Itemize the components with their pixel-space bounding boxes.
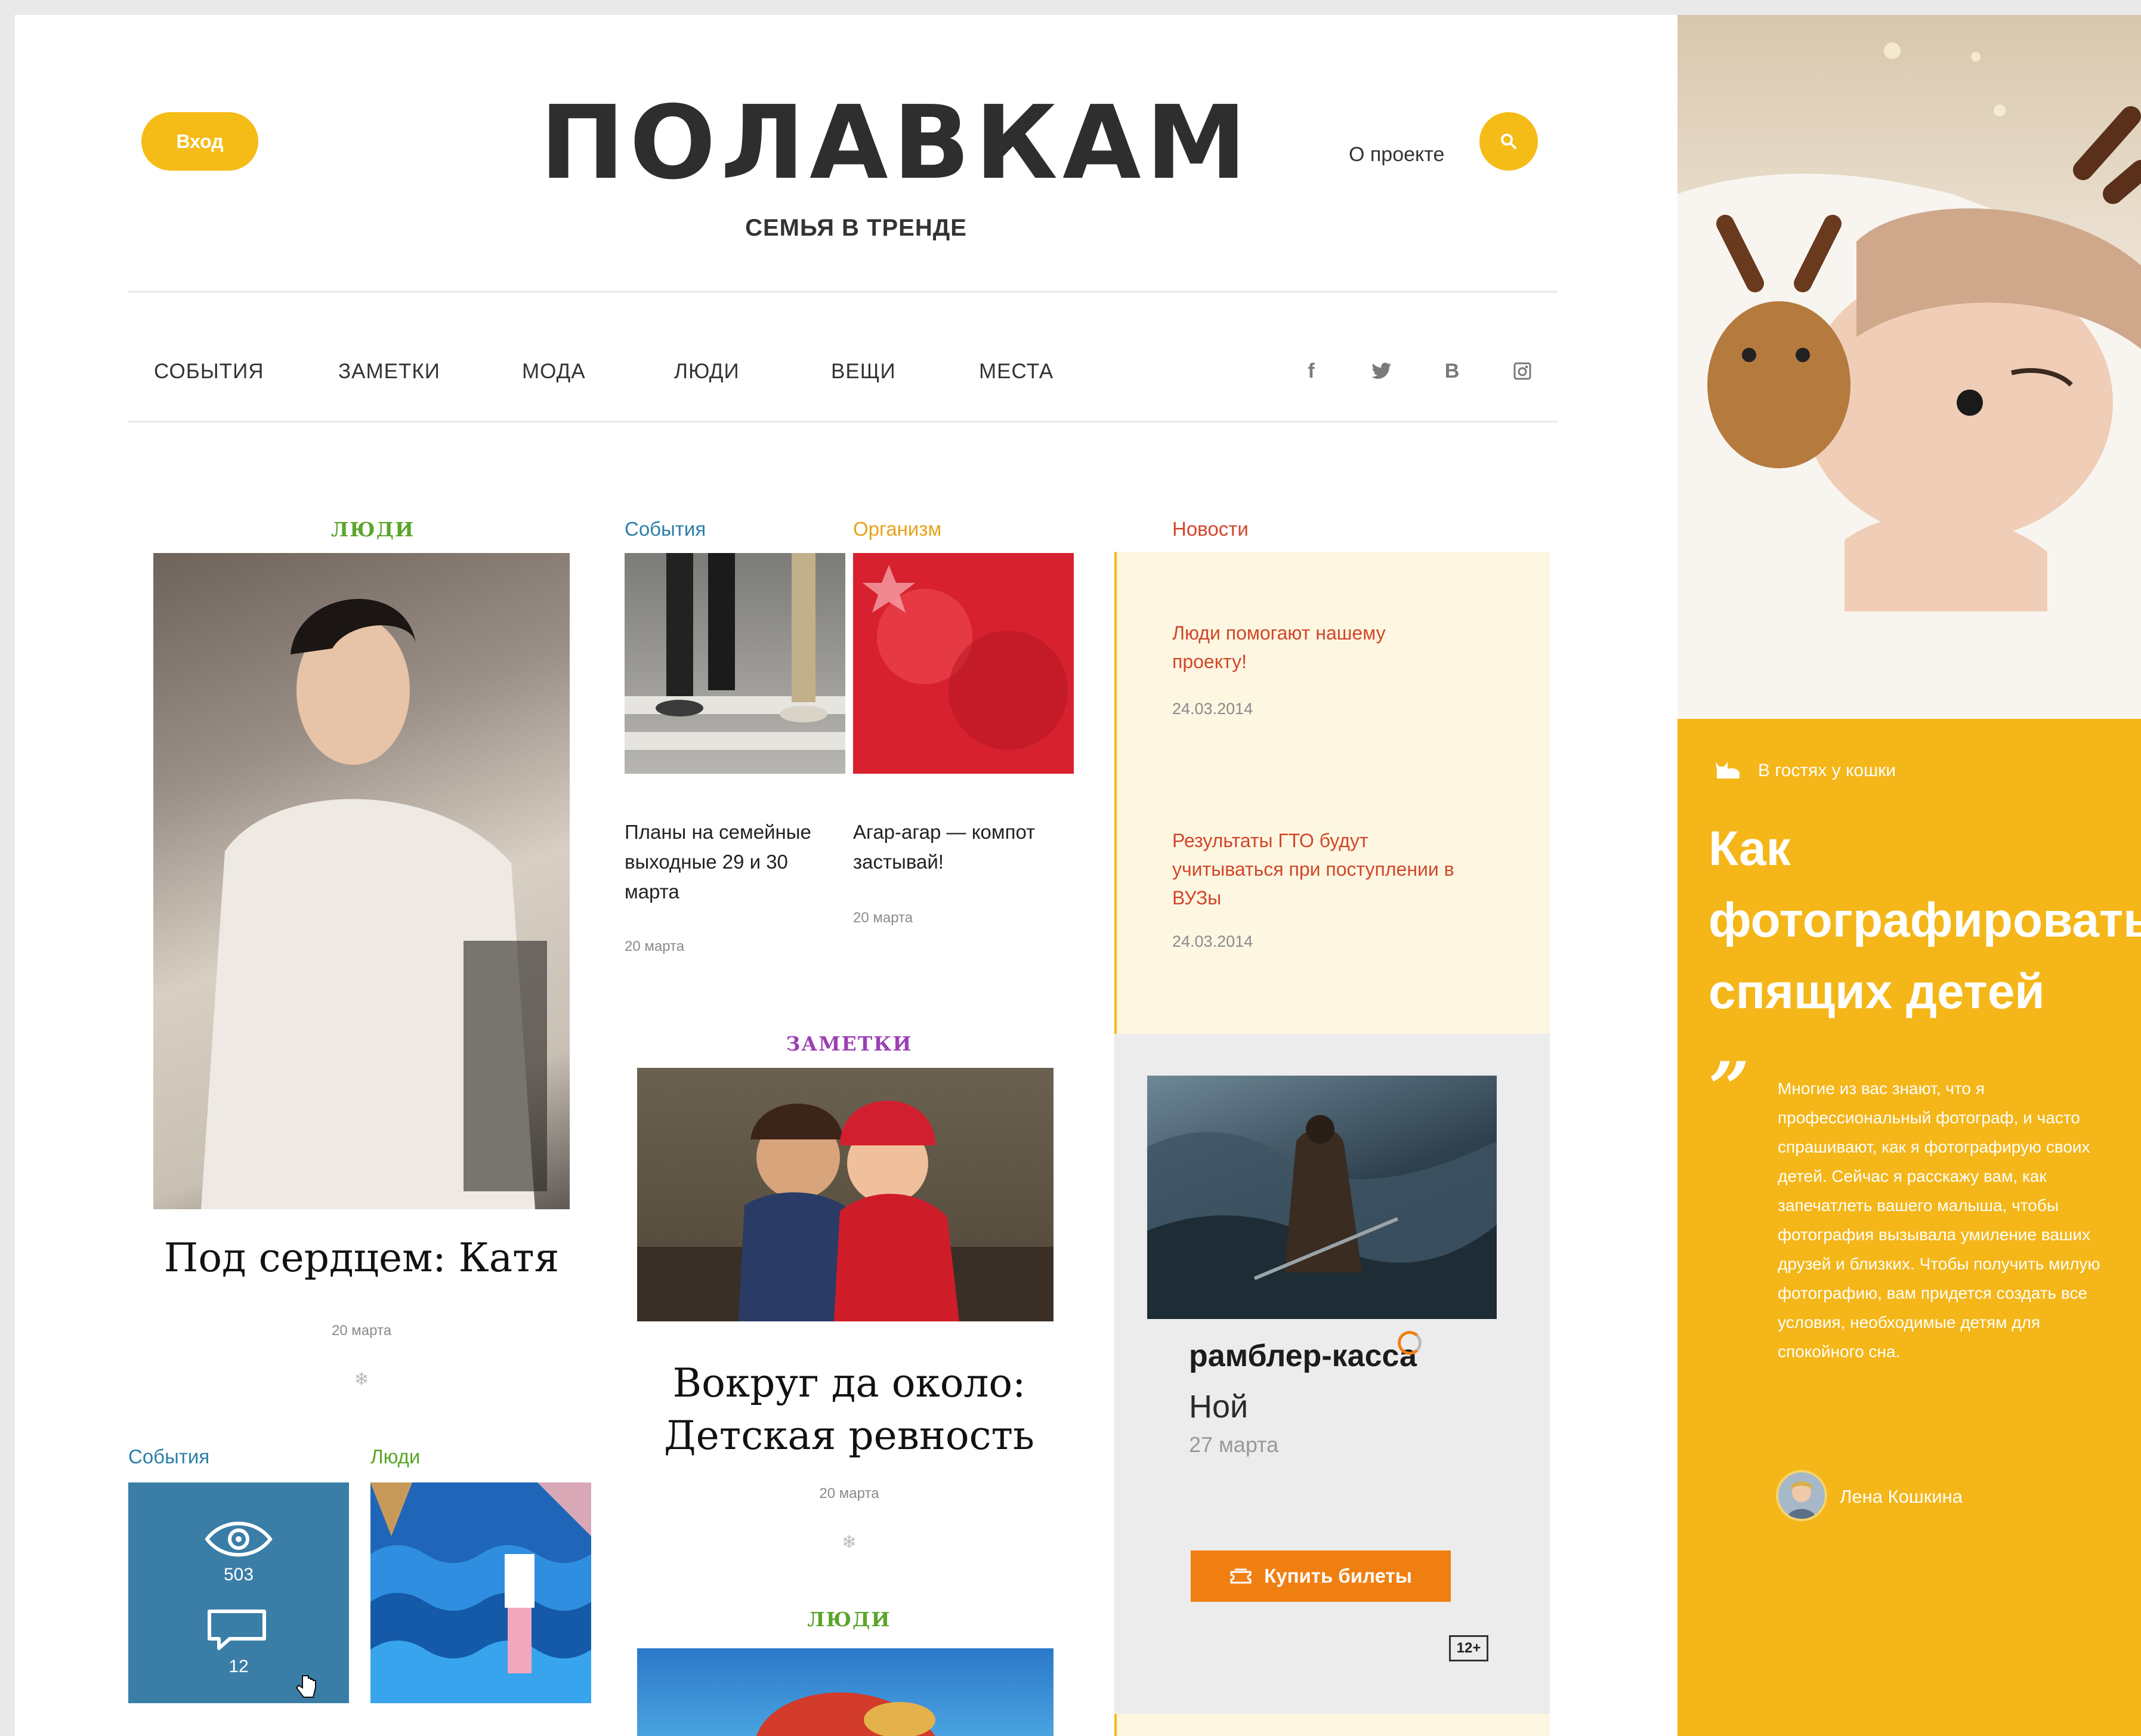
- nav-bottom-divider: [128, 421, 1558, 423]
- label-events[interactable]: События: [128, 1445, 209, 1468]
- site-logo[interactable]: ПОЛАВКАМ: [540, 92, 1247, 194]
- buy-tickets-label: Купить билеты: [1264, 1565, 1412, 1587]
- featured-sidebar: В гостях у кошки Как фотографировать спя…: [1677, 15, 2141, 1736]
- agar-date: 20 марта: [853, 910, 913, 926]
- noah-poster[interactable]: [1147, 1076, 1497, 1319]
- news-item-title[interactable]: Люди помогают нашему проекту!: [1172, 619, 1441, 676]
- sidebar-category[interactable]: В гостях у кошки: [1758, 761, 1896, 781]
- stats-tile[interactable]: 503 12: [128, 1482, 349, 1703]
- age-rating-badge: 12+: [1449, 1635, 1488, 1661]
- people-thumb-photo[interactable]: [370, 1482, 591, 1703]
- movie-title[interactable]: Ной: [1189, 1388, 1248, 1425]
- section-label-people-2[interactable]: ЛЮДИ: [625, 1608, 1074, 1631]
- rambler-logo[interactable]: рамблер-касса: [1189, 1338, 1417, 1374]
- label-people[interactable]: Люди: [370, 1445, 420, 1468]
- about-link[interactable]: О проекте: [1349, 143, 1444, 166]
- movie-date: 27 марта: [1189, 1432, 1279, 1457]
- cat-icon: [1716, 762, 1740, 779]
- login-button[interactable]: Вход: [141, 112, 258, 171]
- news-item-date: 24.03.2014: [1172, 932, 1253, 950]
- nav-item-events[interactable]: СОБЫТИЯ: [154, 360, 264, 384]
- agar-photo[interactable]: [853, 553, 1074, 774]
- weekend-plans-title[interactable]: Планы на семейные выходные 29 и 30 марта: [625, 817, 845, 907]
- eye-icon: [205, 1521, 273, 1557]
- sidebar-article-title[interactable]: Как фотографировать спящих детей: [1709, 813, 2141, 1028]
- instagram-icon[interactable]: [1507, 356, 1537, 386]
- kids-feature-title[interactable]: Вокруг да около: Детская ревность: [625, 1357, 1074, 1462]
- people-feature-photo[interactable]: [637, 1648, 1053, 1736]
- twitter-icon[interactable]: [1367, 356, 1397, 386]
- views-count: 503: [223, 1565, 254, 1584]
- kids-photo[interactable]: [637, 1068, 1053, 1321]
- kids-feature-date: 20 марта: [819, 1485, 879, 1502]
- nav-item-places[interactable]: МЕСТА: [979, 360, 1053, 384]
- nav-item-notes[interactable]: ЗАМЕТКИ: [338, 360, 440, 384]
- weekend-plans-photo[interactable]: [625, 553, 845, 774]
- nav-top-divider: [128, 291, 1558, 293]
- quote-icon: ”: [1709, 1046, 1750, 1130]
- label-card2[interactable]: Организм: [853, 518, 941, 540]
- katya-photo[interactable]: [153, 553, 570, 1209]
- nav-item-people[interactable]: ЛЮДИ: [674, 360, 740, 384]
- site-tagline: СЕМЬЯ В ТРЕНДЕ: [745, 215, 967, 241]
- hand-cursor-icon: [295, 1675, 316, 1698]
- snowflake-icon: ❄: [354, 1370, 369, 1389]
- main-page: Вход ПОЛАВКАМ СЕМЬЯ В ТРЕНДЕ О проекте С…: [15, 15, 1677, 1736]
- nav-item-fashion[interactable]: МОДА: [522, 360, 586, 384]
- nav-item-things[interactable]: ВЕЩИ: [831, 360, 896, 384]
- news-panel-2: [1114, 1714, 1550, 1736]
- buy-tickets-button[interactable]: Купить билеты: [1191, 1550, 1451, 1602]
- agar-title[interactable]: Агар-агар — компот застывай!: [853, 817, 1074, 877]
- weekend-plans-date: 20 марта: [625, 938, 685, 955]
- search-icon: [1501, 134, 1516, 149]
- snowflake-icon: ❄: [841, 1533, 857, 1552]
- ticket-icon: [1230, 1568, 1252, 1584]
- section-label-people[interactable]: ЛЮДИ: [331, 518, 415, 541]
- author-name[interactable]: Лена Кошкина: [1840, 1486, 1963, 1508]
- katya-date: 20 марта: [331, 1323, 392, 1339]
- sidebar-article-excerpt: Многие из вас знают, что я профессиональ…: [1778, 1079, 2100, 1361]
- vk-icon[interactable]: В: [1437, 356, 1467, 386]
- news-item-title[interactable]: Результаты ГТО будут учитываться при пос…: [1172, 826, 1470, 912]
- label-news[interactable]: Новости: [1172, 518, 1249, 540]
- rambler-logo-icon: [1398, 1331, 1422, 1355]
- sleeping-child-photo[interactable]: [1677, 15, 2141, 719]
- author-avatar[interactable]: [1776, 1470, 1827, 1521]
- comment-icon: [208, 1610, 266, 1650]
- search-button[interactable]: [1479, 112, 1538, 171]
- katya-title[interactable]: Под сердцем: Катя: [153, 1232, 570, 1284]
- facebook-icon[interactable]: f: [1296, 356, 1326, 386]
- section-label-notes[interactable]: ЗАМЕТКИ: [625, 1032, 1074, 1055]
- label-card1[interactable]: События: [625, 518, 706, 540]
- news-item-date: 24.03.2014: [1172, 700, 1253, 718]
